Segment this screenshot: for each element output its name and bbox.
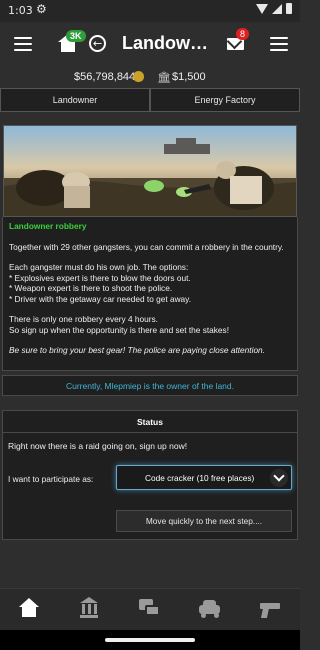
robbery-scene-image — [4, 126, 296, 216]
page-title: Landowne… — [122, 33, 216, 53]
chevron-down-icon[interactable] — [270, 469, 288, 487]
wifi-icon — [256, 3, 268, 14]
role-select-value: Code cracker (10 free places) — [145, 472, 255, 483]
nav-chat-icon[interactable] — [138, 597, 162, 621]
robbery-heading: Landowner robbery — [9, 221, 87, 231]
signal-icon — [272, 3, 282, 14]
tab-energy-factory[interactable]: Energy Factory — [150, 88, 300, 112]
robbery-options: Each gangster must do his own job. The o… — [9, 262, 192, 304]
home-handle[interactable] — [105, 638, 195, 642]
owner-notice: Currently, Mlepmiep is the owner of the … — [2, 375, 298, 396]
system-nav-bar — [0, 630, 300, 650]
gear-icon: ⚙ — [36, 2, 47, 16]
status-heading: Status — [3, 411, 297, 433]
robbery-note: Be sure to bring your best gear! The pol… — [9, 345, 265, 355]
battery-icon — [286, 3, 292, 14]
role-select[interactable]: Code cracker (10 free places) — [116, 465, 292, 490]
tab-landowner[interactable]: Landowner — [0, 88, 150, 112]
app-header: 3K ← Landowne… 8 — [0, 22, 300, 66]
nav-gun-icon[interactable] — [258, 597, 282, 621]
menu-icon[interactable] — [14, 37, 32, 51]
status-icons — [256, 3, 292, 14]
bank-small-icon: 🏛 — [157, 71, 171, 84]
money-bag-icon — [133, 71, 144, 82]
robbery-intro: Together with 29 other gangsters, you ca… — [9, 241, 284, 252]
bottom-navigation — [0, 588, 300, 630]
nav-home-icon[interactable] — [18, 597, 42, 621]
nav-bank-icon[interactable] — [78, 597, 102, 621]
money-bar: $56,798,844 🏛 $1,500 — [0, 70, 300, 86]
next-step-button[interactable]: Move quickly to the next step.... — [116, 510, 292, 532]
back-button[interactable]: ← — [89, 35, 106, 52]
bank-amount: $1,500 — [172, 71, 206, 83]
status-card: Status Right now there is a raid going o… — [2, 410, 298, 540]
nav-car-icon[interactable] — [198, 597, 222, 621]
cash-amount: $56,798,844 — [74, 71, 136, 83]
home-badge: 3K — [66, 30, 86, 42]
property-tabs: Landowner Energy Factory — [0, 88, 300, 112]
status-time: 1:03 — [8, 4, 33, 17]
robbery-illustration — [3, 125, 297, 217]
raid-message: Right now there is a raid going on, sign… — [8, 441, 188, 451]
robbery-info-card: Landowner robbery Together with 29 other… — [2, 217, 298, 371]
robbery-schedule: There is only one robbery every 4 hours.… — [9, 314, 230, 335]
mail-badge: 8 — [236, 28, 250, 40]
menu-right-icon[interactable] — [270, 37, 288, 51]
participate-label: I want to participate as: — [8, 474, 94, 484]
status-bar: 1:03 ⚙ — [0, 0, 300, 22]
